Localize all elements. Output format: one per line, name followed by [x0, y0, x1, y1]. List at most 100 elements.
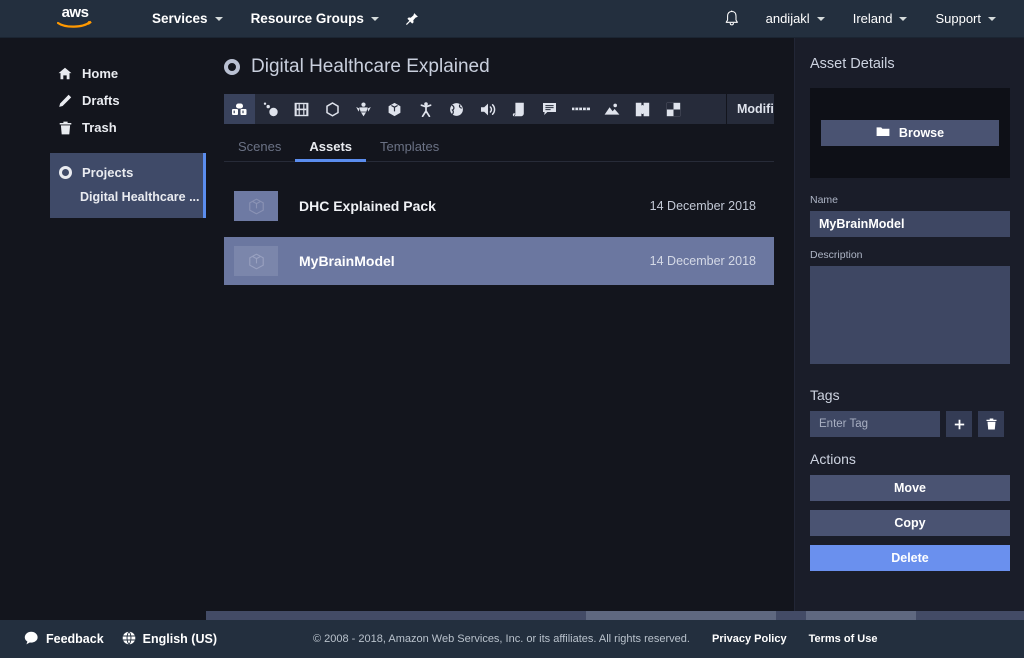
browse-button[interactable]: Browse: [821, 120, 999, 146]
aws-logo-smile-icon: [57, 20, 93, 29]
language-link-label: English (US): [142, 632, 217, 646]
script-icon[interactable]: [503, 94, 534, 124]
privacy-policy-link[interactable]: Privacy Policy: [712, 633, 787, 645]
all-assets-icon[interactable]: [224, 94, 255, 124]
main-content: Digital Healthcare Explained Modifi Scen…: [206, 38, 794, 620]
trash-icon[interactable]: [978, 411, 1004, 437]
folder-icon: [876, 126, 890, 140]
delete-button-label: Delete: [891, 551, 929, 565]
tag-entry-row: [810, 411, 1009, 437]
aws-footer: Feedback English (US) © 2008 - 2018, Ama…: [0, 620, 1024, 658]
asset-date: 14 December 2018: [649, 254, 756, 268]
horizontal-scrollbar[interactable]: [206, 611, 794, 620]
nav-item-resource-groups[interactable]: Resource Groups: [237, 0, 393, 38]
aws-logo-wordmark: aws: [61, 3, 89, 21]
description-field-label: Description: [810, 249, 863, 261]
tag-input[interactable]: [810, 411, 940, 437]
name-field[interactable]: [810, 211, 1010, 237]
terms-of-use-link[interactable]: Terms of Use: [809, 633, 878, 645]
actions-section-label: Actions: [810, 451, 856, 467]
asset-tabs: Scenes Assets Templates: [224, 134, 774, 162]
sidebar-item-projects-label: Projects: [82, 164, 134, 180]
nav-item-services-label: Services: [152, 11, 208, 26]
asset-name: MyBrainModel: [299, 253, 395, 269]
tab-assets[interactable]: Assets: [295, 139, 366, 162]
panel-scrollbar-thumb[interactable]: [806, 611, 916, 620]
tab-templates[interactable]: Templates: [366, 139, 453, 161]
table-row[interactable]: DHC Explained Pack 14 December 2018: [224, 182, 774, 230]
model-3d-icon[interactable]: [379, 94, 410, 124]
tab-scenes-label: Scenes: [238, 139, 282, 154]
film-icon[interactable]: [286, 94, 317, 124]
scrollbar-thumb[interactable]: [586, 611, 776, 620]
animation-icon[interactable]: [410, 94, 441, 124]
panel-title: Asset Details: [810, 56, 895, 72]
asset-name: DHC Explained Pack: [299, 198, 436, 214]
tab-templates-label: Templates: [380, 139, 440, 154]
trash-icon: [58, 121, 72, 135]
nav-item-services[interactable]: Services: [138, 0, 237, 38]
image-icon[interactable]: [596, 94, 627, 124]
chevron-down-icon: [899, 16, 908, 21]
sidebar-item-trash[interactable]: Trash: [0, 114, 206, 141]
particle-icon[interactable]: [255, 94, 286, 124]
sidebar-item-trash-label: Trash: [82, 120, 117, 135]
tab-assets-label: Assets: [309, 139, 353, 154]
aws-logo[interactable]: aws: [52, 3, 98, 32]
chevron-down-icon: [214, 16, 223, 21]
avatar-icon[interactable]: [348, 94, 379, 124]
sumerian-app-window: aws Services Resource Groups andijakl Ir…: [0, 0, 1024, 658]
sidebar-item-home[interactable]: Home: [0, 60, 206, 87]
dialog-icon[interactable]: [534, 94, 565, 124]
pin-icon[interactable]: [393, 0, 431, 38]
move-button[interactable]: Move: [810, 475, 1010, 501]
top-nav-right-items: andijakl Ireland Support: [712, 0, 1010, 38]
page-title-label: Digital Healthcare Explained: [251, 56, 490, 77]
nav-item-account-label: andijakl: [765, 11, 810, 26]
tags-section-label: Tags: [810, 387, 840, 403]
sidebar-item-digital-healthcare-label: Digital Healthcare ...: [80, 189, 200, 204]
sort-dropdown[interactable]: Modified (: [726, 94, 774, 124]
json-icon[interactable]: [565, 94, 596, 124]
sidebar-item-drafts[interactable]: Drafts: [0, 87, 206, 114]
table-row[interactable]: MyBrainModel 14 December 2018: [224, 237, 774, 285]
panel-scrollbar[interactable]: [794, 611, 1024, 620]
left-sidebar: Home Drafts Trash Projects Digital Healt…: [0, 38, 206, 620]
asset-preview: Browse: [810, 88, 1010, 178]
copy-button[interactable]: Copy: [810, 510, 1010, 536]
plus-icon[interactable]: [946, 411, 972, 437]
nav-item-support[interactable]: Support: [921, 0, 1010, 38]
sidebar-item-home-label: Home: [82, 66, 119, 81]
environment-icon[interactable]: [441, 94, 472, 124]
package-icon: [234, 246, 278, 276]
puzzle-icon[interactable]: [627, 94, 658, 124]
asset-filter-toolbar: Modified (: [224, 94, 774, 124]
nav-item-account[interactable]: andijakl: [752, 0, 839, 38]
sidebar-item-digital-healthcare[interactable]: Digital Healthcare ...: [50, 184, 203, 209]
tab-scenes[interactable]: Scenes: [224, 139, 295, 161]
ring-icon: [224, 59, 240, 75]
footer-links: Privacy Policy Terms of Use: [712, 633, 877, 645]
chevron-down-icon: [816, 16, 825, 21]
audio-icon[interactable]: [472, 94, 503, 124]
pencil-icon: [58, 94, 72, 108]
hexagon-icon[interactable]: [317, 94, 348, 124]
nav-item-region[interactable]: Ireland: [839, 0, 922, 38]
aws-top-navigation: aws Services Resource Groups andijakl Ir…: [0, 0, 1024, 38]
nav-item-region-label: Ireland: [852, 11, 893, 26]
asset-details-panel: Asset Details Browse Name Description Ta…: [794, 38, 1024, 620]
move-button-label: Move: [894, 481, 926, 495]
feedback-link-label: Feedback: [46, 632, 104, 646]
bell-icon[interactable]: [712, 0, 752, 38]
sidebar-item-drafts-label: Drafts: [82, 93, 120, 108]
home-icon: [58, 67, 72, 81]
description-field[interactable]: [810, 266, 1010, 364]
language-link[interactable]: English (US): [122, 630, 217, 648]
sidebar-item-projects[interactable]: Projects: [50, 160, 203, 184]
speech-bubble-icon: [24, 631, 39, 648]
texture-icon[interactable]: [658, 94, 689, 124]
feedback-link[interactable]: Feedback: [24, 631, 104, 648]
top-nav-left-items: Services Resource Groups: [138, 0, 431, 38]
page-title: Digital Healthcare Explained: [224, 56, 794, 78]
delete-button[interactable]: Delete: [810, 545, 1010, 571]
